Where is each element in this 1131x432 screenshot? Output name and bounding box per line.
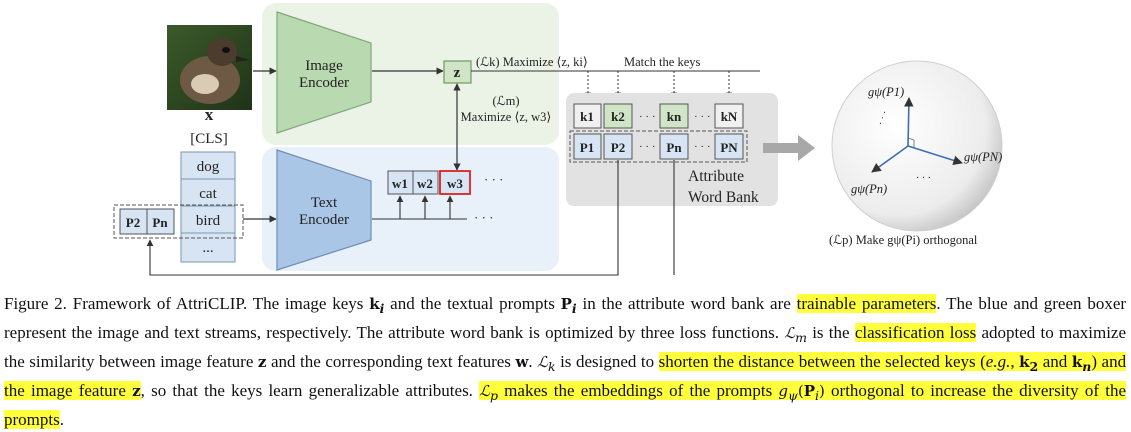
figure-number: Figure 2. [4,294,67,313]
caption-s3-and: and the corresponding text features [270,352,511,371]
figure-caption: Figure 2. Framework of AttriCLIP. The im… [4,292,1127,432]
math-L-p: ℒp [479,382,498,403]
input-label: x [205,105,214,124]
caption-s4-is: is designed to [560,352,655,371]
highlight-classification: classification loss [854,323,977,342]
math-P-i: Pi [560,295,577,316]
highlight-shorten-a: shorten the distance between the selecte… [658,352,986,371]
math-k-n: kn [1071,353,1092,374]
prompt-token-pn: Pn [152,215,168,230]
math-L-m: ℒm [784,324,807,345]
class-cat: cat [199,186,217,202]
period-2: . [528,352,533,371]
class-ellipsis: ... [202,240,213,256]
keys-ellipsis-2: · · · [694,111,711,123]
caption-paragraph: Figure 2. Framework of AttriCLIP. The im… [4,294,1127,429]
image-encoder-label-2: Encoder [299,75,349,91]
highlight-trainable: trainable parameters [796,294,937,313]
prompt-token-p2: P2 [126,215,140,230]
caption-s4-post: so that the keys learn generalizable att… [151,381,473,400]
key-kn: kn [667,109,682,124]
math-z: z [257,353,267,371]
feature-z: z [454,65,461,81]
class-dog: dog [197,159,220,175]
period-3: . [59,410,64,429]
word-feature-ellipsis: · · · [484,172,504,187]
bank-label-2: Word Bank [688,189,759,206]
prompt-p2: P2 [611,140,625,155]
highlight-lp-a: makes the embeddings of the prompts [504,381,773,400]
sphere-label-p1: gψ(P1) [868,85,904,99]
caption-s3-is: is the [812,323,850,342]
text-encoder-label-1: Text [311,195,338,211]
prompts-ellipsis-1: · · · [639,141,656,153]
caption-s1-mid: and the textual prompts [390,294,555,313]
math-w: w [515,353,529,371]
period-1: . [936,294,941,313]
lk-label: (ℒk) Maximize ⟨z, ki⟩ [476,55,588,69]
word-feature-w2: w2 [417,176,433,191]
key-k2: k2 [611,109,625,124]
keys-ellipsis-1: · · · [639,111,656,123]
text-encoder-label-2: Encoder [299,212,349,228]
word-feature-w3: w3 [447,176,463,191]
sphere-dots-2: · · · [916,173,931,184]
prompt-pn: Pn [666,140,682,155]
math-k-i: ki [369,295,385,316]
prompt-p1: P1 [580,140,594,155]
sphere-label-pN: gψ(PN) [964,150,1002,164]
image-encoder-label-1: Image [305,58,343,74]
match-keys-label: Match the keys [624,55,701,69]
word-feature-w1: w1 [392,176,408,191]
text-output-ellipsis: · · · [474,210,494,225]
highlight-eg: e.g. [985,352,1011,371]
cls-token: [CLS] [190,131,228,147]
key-kN: kN [721,109,738,124]
bank-label-1: Attribute [688,168,744,185]
math-k-2: k2 [1019,353,1039,374]
caption-s1-pre: Framework of AttriCLIP. The image keys [72,294,364,313]
math-L-k: ℒk [537,353,556,374]
prompt-pN: PN [720,140,738,155]
lm-label: (ℒm) [492,94,519,108]
framework-diagram: x Image Encoder z (ℒk) Maximize ⟨z, ki⟩ … [113,3,1003,276]
highlight-shorten-b: and [1042,352,1068,371]
lm-maximize-label: Maximize ⟨z, w3⟩ [461,110,552,124]
class-bird: bird [196,213,221,229]
key-k1: k1 [580,109,594,124]
sphere-label-pn: gψ(Pn) [851,182,887,196]
input-image [167,25,252,110]
lp-label: (ℒp) Make gψ(Pi) orthogonal [829,233,978,247]
math-z-2: z [132,382,141,400]
caption-s1-post: in the attribute word bank are [582,294,791,313]
math-g-psi: gψ(Pi) [778,382,825,403]
embedding-sphere [831,60,1003,232]
prompts-ellipsis-2: · · · [694,141,711,153]
